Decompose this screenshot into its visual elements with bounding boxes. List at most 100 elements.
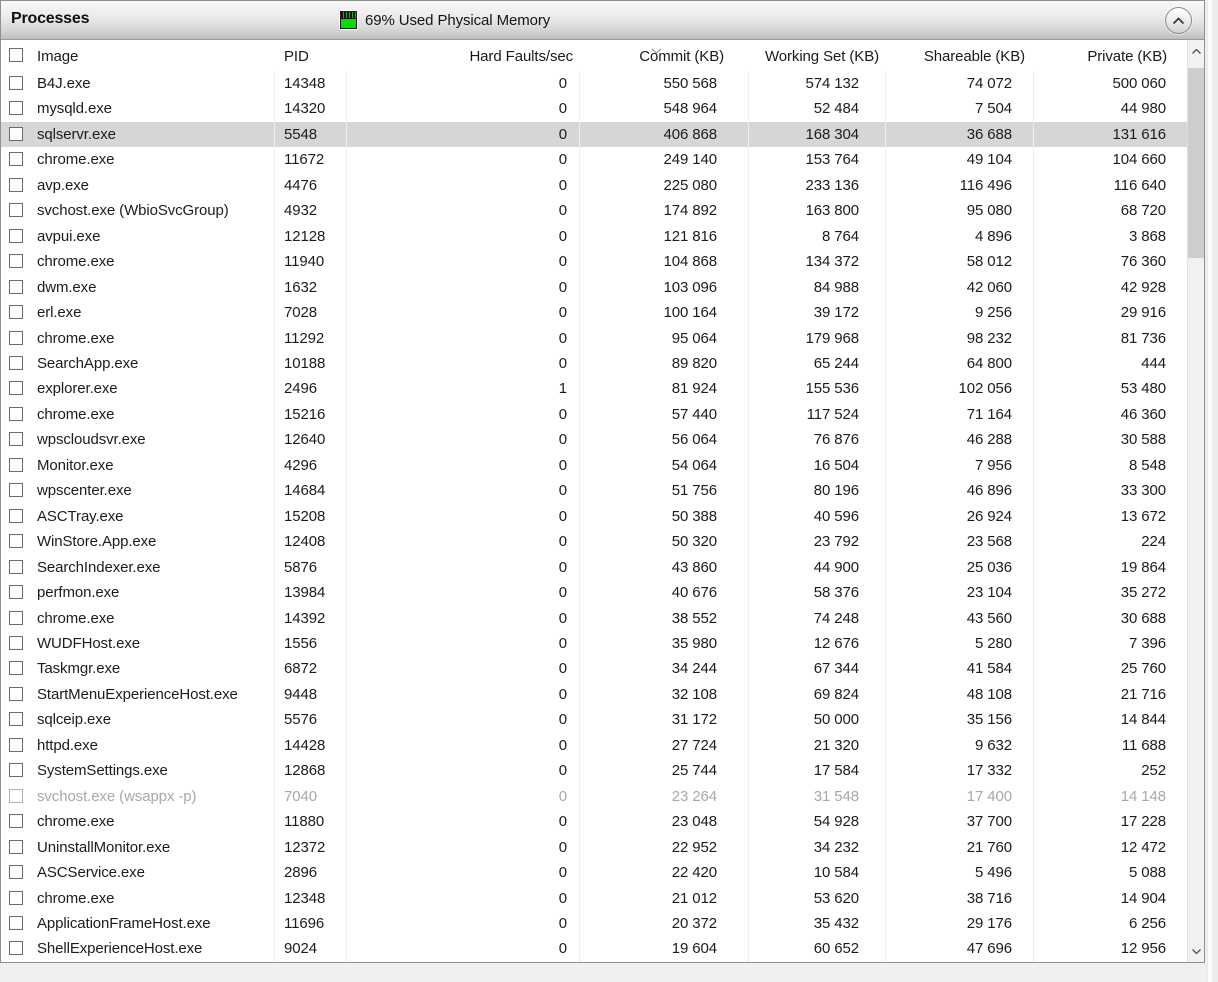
select-all-checkbox[interactable] [9,48,23,62]
row-checkbox[interactable] [9,941,23,956]
row-checkbox[interactable] [9,712,23,727]
row-checkbox[interactable] [9,788,23,803]
row-checkbox[interactable] [9,228,23,243]
row-checkbox[interactable] [9,839,23,854]
table-row[interactable]: ShellExperienceHost.exe 9024 0 19 604 60 652… [1,936,1187,961]
row-checkbox[interactable] [9,635,23,650]
row-checkbox[interactable] [9,814,23,829]
row-checkbox[interactable] [9,355,23,370]
row-checkbox[interactable] [9,686,23,701]
table-row[interactable]: svchost.exe (wsappx -p) 7040 0 23 264 31 548… [1,784,1187,809]
table-row[interactable]: sqlceip.exe 5576 0 31 172 50 000 35 156 14 844 [1,707,1187,732]
table-row[interactable]: SearchApp.exe 10188 0 89 820 65 244 64 800 444 [1,351,1187,376]
table-row[interactable]: chrome.exe 12348 0 21 012 53 620 38 716 14 904 [1,886,1187,911]
table-row[interactable]: perfmon.exe 13984 0 40 676 58 376 23 104 35 27… [1,580,1187,605]
vertical-scrollbar[interactable] [1187,40,1204,962]
row-checkbox[interactable] [9,763,23,778]
table-row[interactable]: svchost.exe (WbioSvcGroup) 4932 0 174 892 16… [1,198,1187,223]
row-checkbox[interactable] [9,177,23,192]
table-row[interactable]: StartMenuExperienceHost.exe 9448 0 32 108 69… [1,682,1187,707]
scrollbar-down-button[interactable] [1188,942,1204,960]
row-checkbox[interactable] [9,330,23,345]
table-row[interactable]: chrome.exe 15216 0 57 440 117 524 71 164 46 36… [1,402,1187,427]
cell-image: sqlservr.exe [37,125,116,143]
collapse-button[interactable] [1165,7,1192,34]
table-row[interactable]: UninstallMonitor.exe 12372 0 22 952 34 232 21… [1,835,1187,860]
column-header-commit[interactable]: Commit (KB) [639,48,724,65]
scrollbar-thumb[interactable] [1188,68,1204,258]
column-header-pid[interactable]: PID [284,48,309,65]
row-checkbox[interactable] [9,661,23,676]
table-row[interactable]: WinStore.App.exe 12408 0 50 320 23 792 23 568… [1,529,1187,554]
table-row[interactable]: avpui.exe 12128 0 121 816 8 764 4 896 3 868 [1,224,1187,249]
cell-working_set: 39 172 [813,304,859,322]
row-checkbox[interactable] [9,457,23,472]
column-header-hard_faults[interactable]: Hard Faults/sec [469,48,573,65]
table-row[interactable]: chrome.exe 11292 0 95 064 179 968 98 232 81 73… [1,326,1187,351]
row-checkbox[interactable] [9,254,23,269]
table-row[interactable]: chrome.exe 11880 0 23 048 54 928 37 700 17 228 [1,809,1187,834]
row-checkbox[interactable] [9,432,23,447]
table-row[interactable]: chrome.exe 14392 0 38 552 74 248 43 560 30 688 [1,606,1187,631]
row-checkbox[interactable] [9,483,23,498]
row-checkbox[interactable] [9,203,23,218]
column-header-image[interactable]: Image [37,48,78,65]
table-row[interactable]: httpd.exe 14428 0 27 724 21 320 9 632 11 688 [1,733,1187,758]
row-checkbox[interactable] [9,585,23,600]
row-checkbox[interactable] [9,406,23,421]
cell-shareable: 36 688 [966,125,1012,143]
cell-image: wpscenter.exe [37,482,132,500]
row-checkbox[interactable] [9,381,23,396]
panel-header[interactable]: Processes 69% Used Physical Memory [1,1,1204,40]
column-header-working_set[interactable]: Working Set (KB) [765,48,879,65]
row-checkbox[interactable] [9,76,23,90]
table-row[interactable]: chrome.exe 11940 0 104 868 134 372 58 012 76 3… [1,249,1187,274]
table-row[interactable]: SystemSettings.exe 12868 0 25 744 17 584 17 3… [1,758,1187,783]
row-checkbox[interactable] [9,915,23,930]
table-row[interactable]: ApplicationFrameHost.exe 11696 0 20 372 35 4… [1,911,1187,936]
cell-working_set: 80 196 [813,482,859,500]
column-header-private[interactable]: Private (KB) [1087,48,1167,65]
scrollbar-up-button[interactable] [1188,42,1204,60]
table-row[interactable]: mysqld.exe 14320 0 548 964 52 484 7 504 44 980 [1,96,1187,121]
table-row[interactable]: erl.exe 7028 0 100 164 39 172 9 256 29 916 [1,300,1187,325]
table-row[interactable]: wpscenter.exe 14684 0 51 756 80 196 46 896 33 … [1,478,1187,503]
row-checkbox[interactable] [9,865,23,880]
table-row[interactable]: sqlservr.exe 5548 0 406 868 168 304 36 688 131… [1,121,1187,148]
row-checkbox[interactable] [9,737,23,752]
table-row[interactable]: B4J.exe 14348 0 550 568 574 132 74 072 500 060 [1,71,1187,96]
row-checkbox[interactable] [9,305,23,320]
table-row[interactable]: dwm.exe 1632 0 103 096 84 988 42 060 42 928 [1,275,1187,300]
row-checkbox[interactable] [9,508,23,523]
row-checkbox[interactable] [9,559,23,574]
cell-shareable: 71 164 [966,405,1012,423]
table-row[interactable]: Monitor.exe 4296 0 54 064 16 504 7 956 8 548 [1,453,1187,478]
row-checkbox[interactable] [9,279,23,294]
cell-hard_faults: 0 [558,736,567,754]
cell-pid: 14320 [284,100,326,118]
table-row[interactable]: avp.exe 4476 0 225 080 233 136 116 496 116 640 [1,173,1187,198]
table-row[interactable]: chrome.exe 11672 0 249 140 153 764 49 104 104 … [1,147,1187,172]
cell-shareable: 48 108 [966,685,1012,703]
cell-commit: 57 440 [671,405,717,423]
cell-private: 14 148 [1120,787,1166,805]
table-row[interactable]: WUDFHost.exe 1556 0 35 980 12 676 5 280 7 396 [1,631,1187,656]
row-checkbox[interactable] [9,610,23,625]
cell-commit: 23 048 [671,813,717,831]
column-header-shareable[interactable]: Shareable (KB) [924,48,1025,65]
table-row[interactable]: ASCService.exe 2896 0 22 420 10 584 5 496 5 08… [1,860,1187,885]
row-checkbox[interactable] [9,534,23,549]
table-row[interactable]: wpscloudsvr.exe 12640 0 56 064 76 876 46 288 3… [1,427,1187,452]
table-row[interactable]: explorer.exe 2496 1 81 924 155 536 102 056 53 … [1,376,1187,401]
row-checkbox[interactable] [9,152,23,167]
table-row[interactable]: Taskmgr.exe 6872 0 34 244 67 344 41 584 25 760 [1,656,1187,681]
cell-private: 44 980 [1120,100,1166,118]
row-checkbox[interactable] [9,890,23,905]
row-checkbox[interactable] [9,101,23,116]
cell-pid: 12868 [284,762,326,780]
table-row[interactable]: SearchIndexer.exe 5876 0 43 860 44 900 25 036… [1,555,1187,580]
row-checkbox[interactable] [9,126,23,141]
table-row[interactable]: ASCTray.exe 15208 0 50 388 40 596 26 924 13 67… [1,504,1187,529]
cell-hard_faults: 0 [558,354,567,372]
cell-pid: 12348 [284,889,326,907]
